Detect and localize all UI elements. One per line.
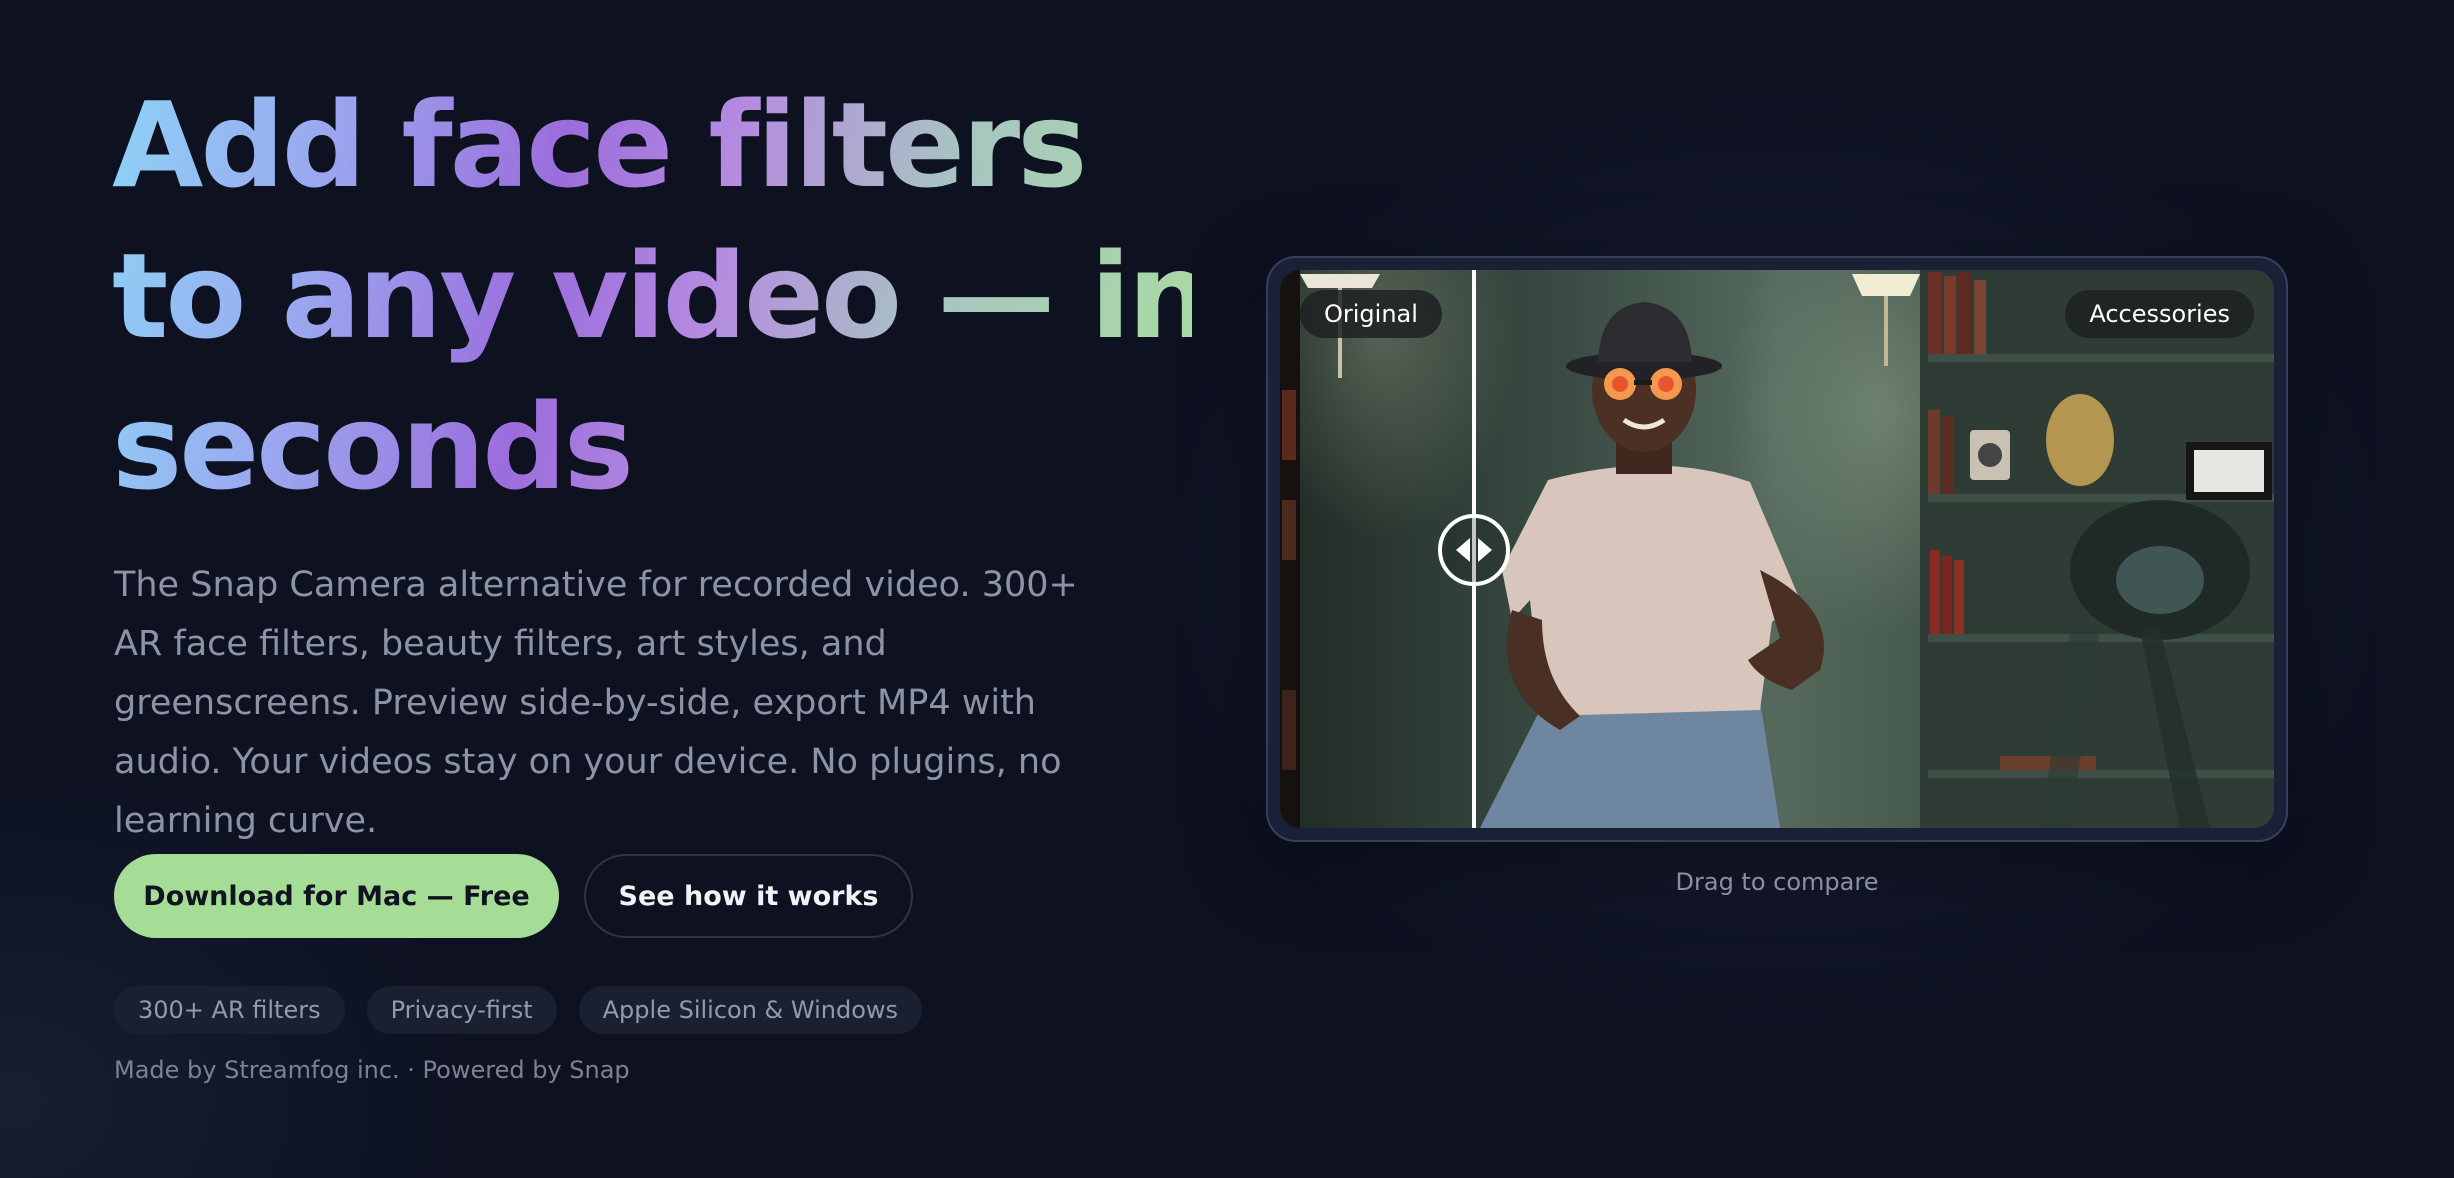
download-button[interactable]: Download for Mac — Free <box>114 854 559 938</box>
compare-slider-handle[interactable] <box>1438 514 1510 586</box>
compare-preview: Original Accessories <box>1266 256 2288 842</box>
badge-ar-filters: 300+ AR filters <box>114 986 345 1034</box>
video-preview[interactable]: Original Accessories <box>1280 270 2274 828</box>
hero-title-line-3: seconds <box>112 378 631 516</box>
original-label: Original <box>1300 290 1442 338</box>
credit-text: Made by Streamfog inc. · Powered by Snap <box>114 1056 630 1084</box>
badge-platforms: Apple Silicon & Windows <box>578 986 923 1034</box>
feature-badges: 300+ AR filters Privacy-first Apple Sili… <box>114 986 923 1034</box>
see-how-it-works-button[interactable]: See how it works <box>584 854 913 938</box>
filter-label: Accessories <box>2065 290 2254 338</box>
video-frame-image <box>1280 270 2274 828</box>
hero-subtitle: The Snap Camera alternative for recorded… <box>114 565 1078 841</box>
compare-hint: Drag to compare <box>1675 868 1879 896</box>
hero-title: Add face filters to any video — in secon… <box>112 70 1192 523</box>
hero-title-line-1: Add face filters <box>112 76 1085 214</box>
hero-title-line-2: to any video — in <box>112 227 1209 365</box>
left-right-arrows-icon <box>1456 538 1492 562</box>
badge-privacy: Privacy-first <box>366 986 557 1034</box>
